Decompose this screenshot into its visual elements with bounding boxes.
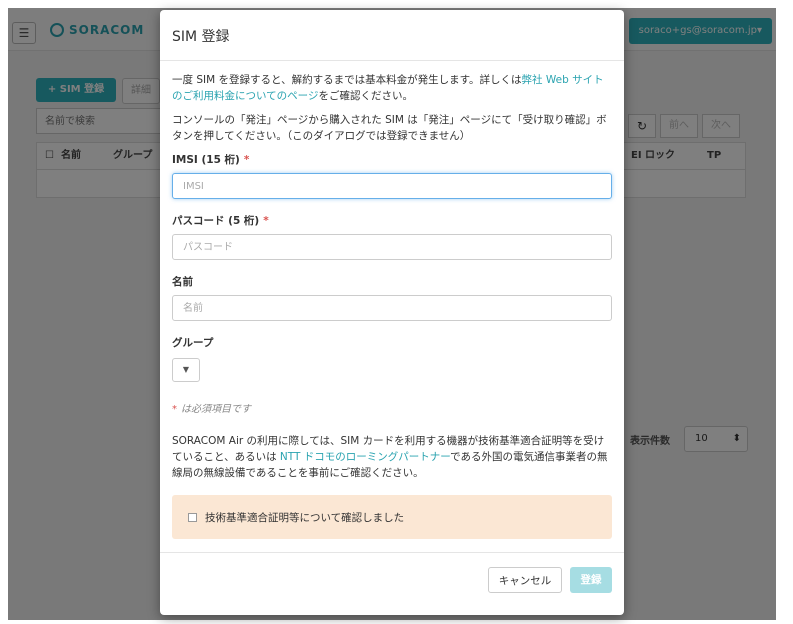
required-note: * は必須項目です: [172, 400, 612, 415]
console-note: コンソールの「発注」ページから購入された SIM は「発注」ページにて「受け取り…: [172, 114, 607, 142]
caret-down-icon: ▼: [182, 365, 190, 374]
intro-tail: をご確認ください。: [318, 90, 413, 102]
group-select[interactable]: ▼: [172, 358, 200, 382]
required-mark: *: [243, 154, 250, 166]
compliance-paragraph: SORACOM Air の利用に際しては、SIM カードを利用する機器が技術基準…: [172, 433, 612, 481]
passcode-label: パスコード (5 桁) *: [172, 213, 612, 228]
name-input[interactable]: [172, 295, 612, 321]
intro-paragraph: 一度 SIM を登録すると、解約するまでは基本料金が発生します。詳しくは弊社 W…: [172, 72, 612, 104]
imsi-input[interactable]: [172, 173, 612, 199]
compliance-confirm-box: 技術基準適合証明等について確認しました: [172, 495, 612, 539]
passcode-label-text: パスコード (5 桁): [172, 215, 260, 227]
required-note-text: は必須項目です: [181, 404, 251, 415]
group-label: グループ: [172, 337, 214, 349]
imsi-label-text: IMSI (15 桁): [172, 154, 240, 166]
modal-title: SIM 登録: [172, 29, 230, 45]
modal-header: SIM 登録: [160, 10, 624, 61]
name-label: 名前: [172, 276, 193, 288]
imsi-label: IMSI (15 桁) *: [172, 152, 612, 167]
required-mark: *: [172, 404, 177, 415]
register-button[interactable]: 登録: [570, 567, 612, 593]
sim-register-dialog: SIM 登録 一度 SIM を登録すると、解約するまでは基本料金が発生します。詳…: [160, 10, 624, 615]
required-mark: *: [263, 215, 269, 227]
modal-body: 一度 SIM を登録すると、解約するまでは基本料金が発生します。詳しくは弊社 W…: [172, 72, 612, 539]
roaming-partner-link[interactable]: NTT ドコモのローミングパートナー: [280, 451, 450, 463]
intro-text: 一度 SIM を登録すると、解約するまでは基本料金が発生します。詳しくは: [172, 74, 522, 86]
cancel-button[interactable]: キャンセル: [488, 567, 562, 593]
passcode-input[interactable]: [172, 234, 612, 260]
modal-footer: キャンセル 登録: [160, 552, 624, 615]
compliance-checkbox-label[interactable]: 技術基準適合証明等について確認しました: [205, 510, 404, 525]
compliance-checkbox[interactable]: [188, 512, 197, 522]
